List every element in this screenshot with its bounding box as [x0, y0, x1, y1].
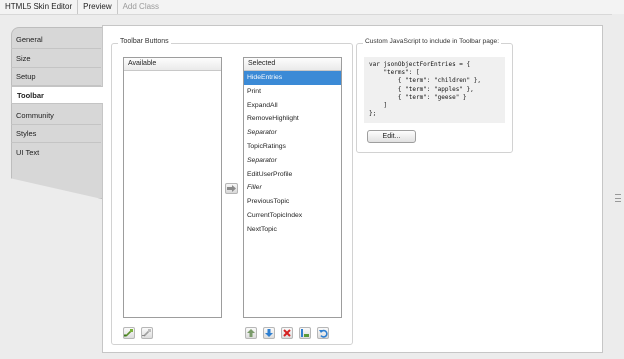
move-up-button[interactable]: [245, 327, 257, 339]
toolbar-buttons-legend: Toolbar Buttons: [118, 38, 171, 45]
edit-button[interactable]: Edit...: [367, 130, 416, 143]
scrollbar-grip-icon[interactable]: [615, 194, 621, 202]
selected-list-header[interactable]: Selected: [244, 58, 341, 71]
selected-list-item[interactable]: NextTopic: [244, 223, 341, 237]
tab-size[interactable]: Size: [11, 50, 101, 68]
selected-list-item[interactable]: RemoveHighlight: [244, 112, 341, 126]
selected-list-item[interactable]: CurrentTopicIndex: [244, 209, 341, 223]
selected-list[interactable]: Selected HideEntries Print ExpandAll Remove…: [243, 57, 342, 318]
selected-list-item[interactable]: Separator: [244, 154, 341, 168]
vertical-scrollbar[interactable]: [612, 14, 624, 359]
custom-javascript-legend: Custom JavaScript to include in Toolbar …: [363, 38, 502, 45]
tab-setup[interactable]: Setup: [11, 68, 101, 86]
remove-custom-button[interactable]: [141, 327, 153, 339]
menu-item-add-class[interactable]: Add Class: [118, 0, 164, 14]
selected-list-item[interactable]: Print: [244, 85, 341, 99]
insert-separator-button[interactable]: [299, 327, 311, 339]
custom-javascript-code: var jsonObjectForEntries = { "terms": [ …: [364, 57, 505, 123]
remove-button[interactable]: [281, 327, 293, 339]
selected-list-item[interactable]: Filler: [244, 181, 341, 195]
undo-icon: [319, 329, 328, 338]
tab-styles[interactable]: Styles: [11, 125, 101, 143]
selected-list-item[interactable]: TopicRatings: [244, 140, 341, 154]
available-list-header[interactable]: Available: [124, 58, 221, 71]
tab-general[interactable]: General: [11, 31, 101, 49]
selected-list-item[interactable]: PreviousTopic: [244, 195, 341, 209]
selected-list-items: HideEntries Print ExpandAll RemoveHighlight…: [244, 71, 341, 237]
reset-button[interactable]: [317, 327, 329, 339]
arrow-up-icon: [247, 329, 255, 337]
add-custom-button[interactable]: [123, 327, 135, 339]
arrow-down-icon: [265, 329, 273, 337]
tab-ui-text[interactable]: UI Text: [11, 144, 101, 162]
available-list[interactable]: Available: [123, 57, 222, 318]
arrow-right-icon: [227, 185, 236, 192]
add-item-icon: [124, 329, 133, 337]
add-to-selected-button[interactable]: [225, 183, 238, 194]
move-down-button[interactable]: [263, 327, 275, 339]
tab-toolbar[interactable]: Toolbar: [11, 86, 103, 104]
toolbar-buttons-group: Toolbar Buttons Available Selected HideE…: [111, 38, 353, 345]
tab-community[interactable]: Community: [11, 107, 101, 125]
toolbar-settings-panel: Toolbar Buttons Available Selected HideE…: [102, 25, 603, 353]
remove-item-icon: [142, 329, 151, 337]
menu-item-preview[interactable]: Preview: [78, 0, 118, 14]
selected-list-item[interactable]: ExpandAll: [244, 99, 341, 113]
selected-list-item[interactable]: Separator: [244, 126, 341, 140]
menu-bar: HTML5 Skin Editor Preview Add Class: [0, 0, 624, 15]
menu-item-html5-skin-editor[interactable]: HTML5 Skin Editor: [0, 0, 79, 14]
separator-icon: [301, 329, 309, 337]
custom-javascript-group: Custom JavaScript to include in Toolbar …: [356, 38, 513, 153]
selected-list-item[interactable]: EditUserProfile: [244, 168, 341, 182]
selected-list-item[interactable]: HideEntries: [244, 71, 341, 85]
delete-icon: [283, 329, 291, 337]
